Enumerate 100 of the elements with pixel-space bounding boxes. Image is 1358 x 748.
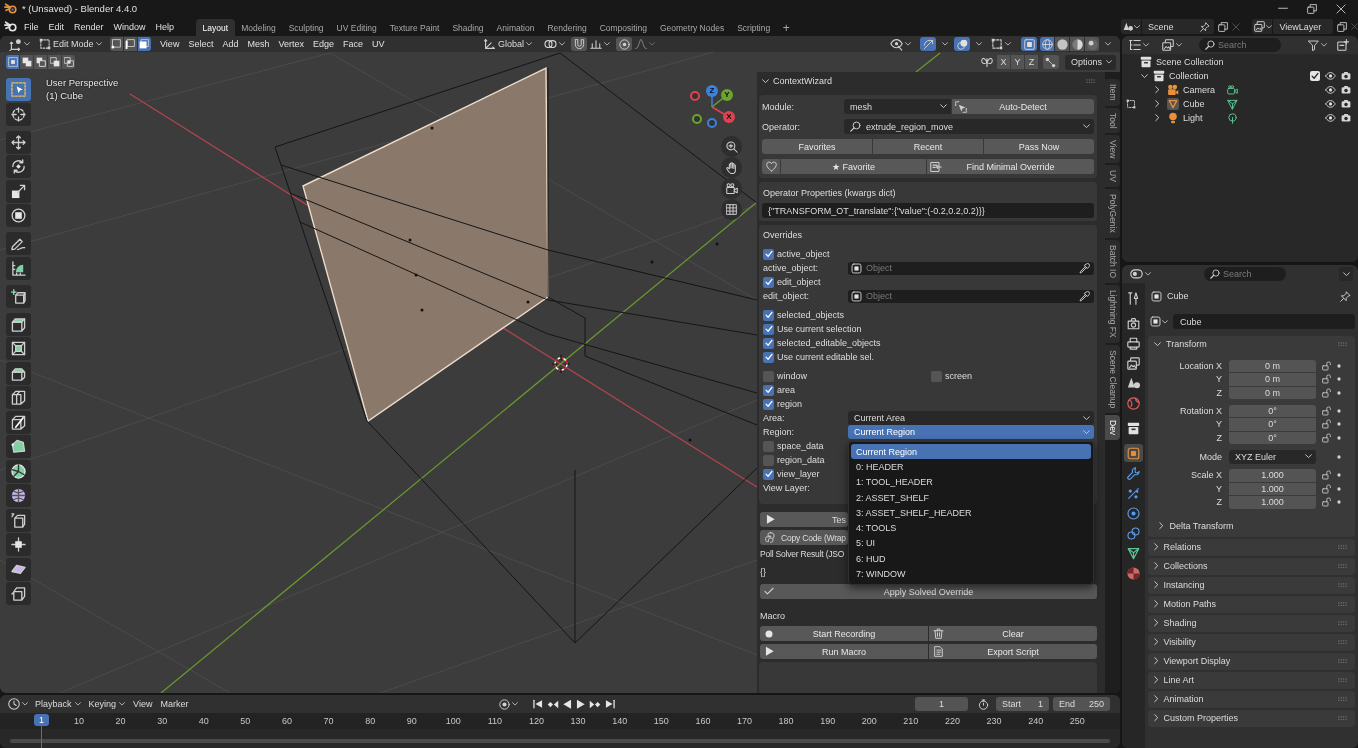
keyframe-dot-icon[interactable] [1337,473,1341,478]
tree-item-label[interactable]: Cube [1183,99,1227,109]
number-field[interactable]: 0° [1229,418,1316,431]
tool-button[interactable] [6,204,31,227]
pan-button[interactable] [721,157,742,178]
selection-mode-button[interactable] [34,55,47,69]
eye-icon[interactable] [1325,100,1336,108]
checkbox[interactable] [1310,71,1320,81]
sidebar-tab[interactable]: Scene Cleanup [1105,344,1120,413]
menu-item[interactable]: 7: WINDOW [851,566,1091,582]
tool-button[interactable] [6,155,31,178]
open-padlock-icon[interactable] [1322,387,1331,398]
menu-item[interactable]: Vertex [273,37,309,51]
sidebar-tab[interactable]: UV [1105,165,1120,188]
options-dropdown[interactable] [1339,267,1353,281]
panel-header[interactable]: Line Art [1148,671,1355,689]
list-button[interactable]: Recent [873,139,983,154]
number-field[interactable]: 0° [1229,431,1316,444]
workspace-tab[interactable]: Scripting [730,19,777,36]
keyframe-dot-icon[interactable] [1337,390,1341,395]
tool-button[interactable] [6,459,31,483]
editor-type-button[interactable] [6,37,33,51]
workspace-tab[interactable]: UV Editing [330,19,384,36]
view-layer-name-field[interactable]: ViewLayer [1273,19,1333,34]
duplicate-icon[interactable] [1218,21,1229,32]
tool-button[interactable] [6,582,31,605]
proportional-editing-toggle[interactable] [616,37,633,51]
sidebar-tab[interactable]: Item [1105,79,1120,106]
checkbox-label[interactable]: Use current editable sel. [777,352,875,362]
menu-item[interactable]: Current Region [851,444,1091,460]
object-input[interactable]: Object [866,289,1075,303]
test-button[interactable]: Tes [760,512,848,527]
menu-item[interactable]: 2: ASSET_SHELF [851,489,1091,506]
tool-button[interactable] [6,284,31,308]
view-layer-selector-button[interactable] [1252,19,1273,34]
workspace-tab[interactable]: Geometry Nodes [653,19,731,36]
chevron-right-icon[interactable] [1155,100,1160,108]
panel-header[interactable]: Instancing [1148,576,1355,594]
module-dropdown[interactable]: mesh [844,99,951,114]
bulb-icon[interactable] [1167,112,1179,124]
favorite-button[interactable]: ★ Favorite [781,159,926,174]
tool-button[interactable] [6,130,31,154]
tool-button[interactable] [6,361,31,385]
zoom-button[interactable] [721,136,742,157]
open-padlock-icon[interactable] [1322,374,1331,385]
menu-item[interactable]: View [155,37,184,51]
end-frame-field[interactable]: End 250 [1053,697,1110,711]
mirror-axis-toggle[interactable]: Z [1024,55,1038,69]
visibility-dropdown[interactable] [887,37,914,51]
panel-header[interactable]: Visibility [1148,633,1355,651]
number-field[interactable]: 1.000 [1229,482,1316,495]
checkbox-label[interactable]: view_layer [777,469,820,479]
checkbox[interactable] [763,323,774,335]
selection-mode-button[interactable] [6,55,19,69]
menu-item[interactable]: Select [183,37,218,51]
menu-item[interactable]: Add [217,37,243,51]
mirror-axis-toggle[interactable]: X [996,55,1010,69]
keyframe-dot-icon[interactable] [1337,500,1341,505]
snap-toggle[interactable] [571,37,588,51]
axis-handle[interactable]: X [723,111,735,123]
operator-search-field[interactable]: extrude_region_move [844,119,1094,134]
name-field[interactable]: Cube [1173,314,1355,329]
selection-mode-button[interactable] [20,55,33,69]
properties-tab[interactable] [1124,524,1143,542]
keyframe-dot-icon[interactable] [1337,377,1341,382]
open-padlock-icon[interactable] [1322,432,1331,443]
mode-dropdown[interactable]: XYZ Euler [1229,449,1316,464]
auto-merge-button[interactable] [1042,55,1059,69]
menu-item[interactable]: Marker [156,697,193,711]
number-field[interactable]: 0° [1229,404,1316,417]
xray-toggle[interactable] [1021,37,1037,51]
shading-mode-button[interactable] [1040,37,1054,51]
keyframe-dot-icon[interactable] [1337,363,1341,368]
panel-header[interactable]: Transform [1148,336,1355,352]
checkbox[interactable] [763,351,774,363]
orientation-dropdown[interactable]: Global [481,37,536,51]
axis-ring-icon[interactable] [690,91,700,101]
number-field[interactable]: 0 m [1229,359,1316,372]
triangle-mesh-icon[interactable] [1227,98,1238,110]
panel-header[interactable]: Shading [1148,614,1355,632]
open-padlock-icon[interactable] [1322,497,1331,508]
filter-dropdown[interactable] [1305,38,1330,52]
menu-item[interactable]: 0: HEADER [851,459,1091,475]
tool-button[interactable] [6,533,31,556]
properties-tab[interactable] [1124,504,1143,522]
tree-item-label[interactable]: Scene Collection [1156,57,1224,67]
auto-detect-button[interactable]: Auto-Detect [952,99,1094,114]
sidebar-tab[interactable]: Dev [1105,414,1120,441]
select-mode-button[interactable] [109,37,123,51]
menu-item[interactable]: Edge [308,37,339,51]
tool-button[interactable] [6,484,31,507]
shading-mode-button[interactable] [1070,37,1084,51]
tool-button[interactable] [6,232,31,255]
keyframe-dot-icon[interactable] [1337,486,1341,491]
menu-item[interactable]: Help [150,19,180,34]
keyframe-dot-icon[interactable] [1337,422,1341,427]
workspace-tab[interactable]: Rendering [540,19,594,36]
menu-item[interactable]: View [129,697,157,711]
chevron-right-icon[interactable] [1155,86,1160,94]
menu-item[interactable]: Window [108,19,151,34]
